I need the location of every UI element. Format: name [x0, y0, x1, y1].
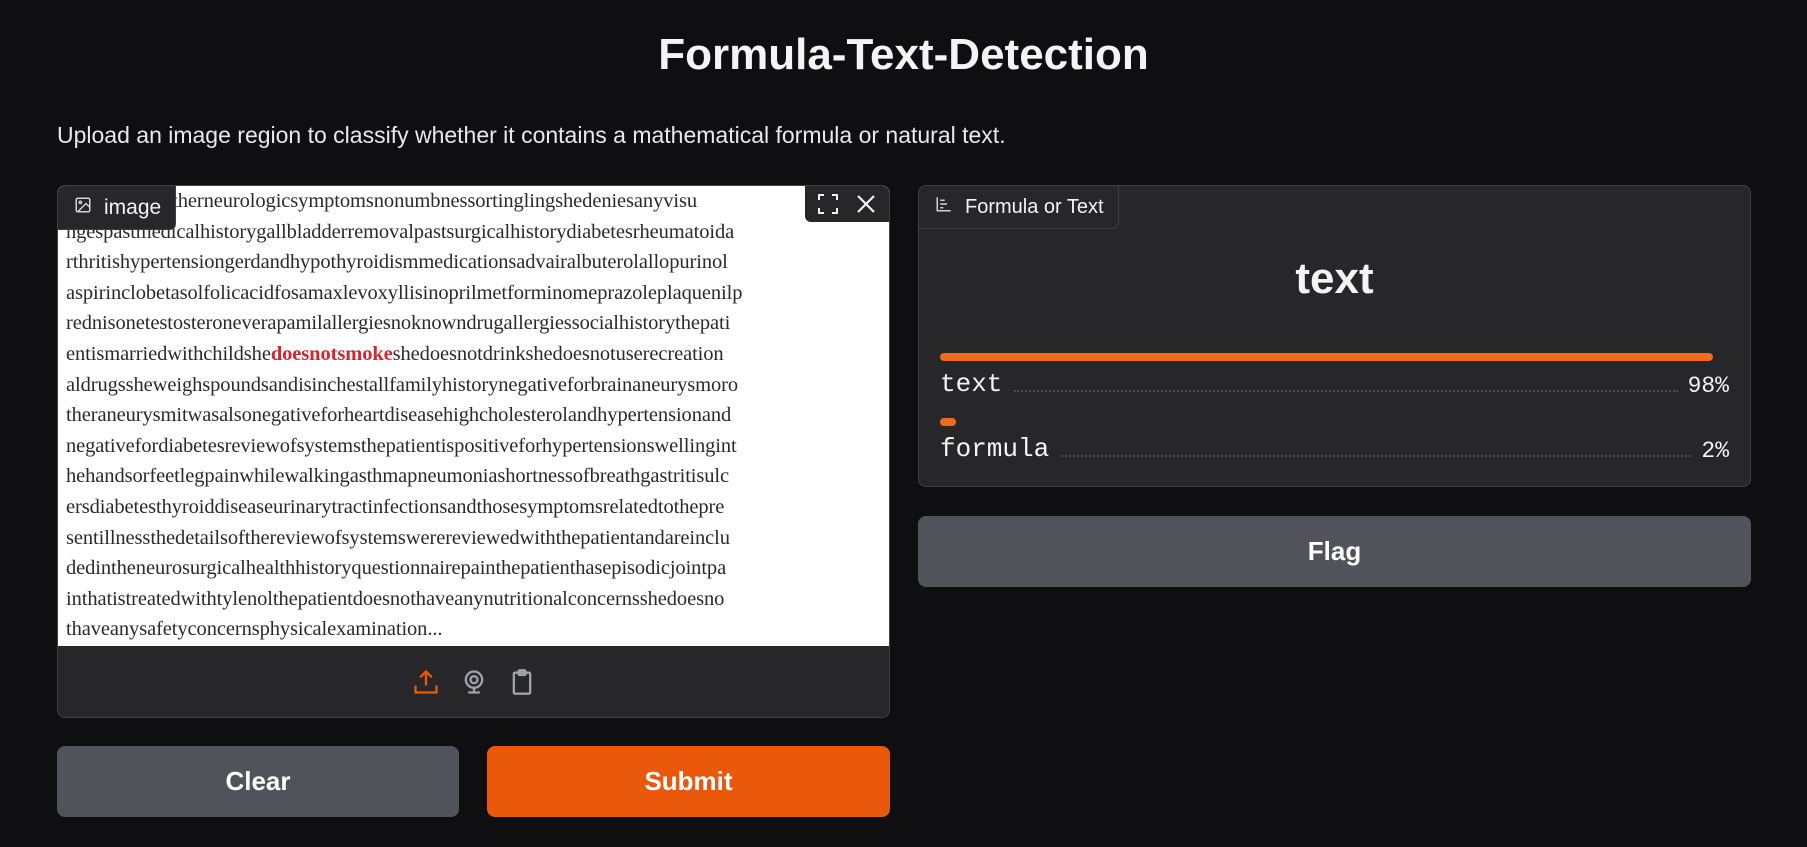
submit-button[interactable]: Submit	[487, 746, 890, 817]
image-toolbar	[805, 186, 889, 222]
image-icon	[74, 196, 92, 220]
fullscreen-icon[interactable]	[811, 189, 845, 219]
close-icon[interactable]	[849, 189, 883, 219]
output-label-tag: Formula or Text	[919, 186, 1119, 229]
doc-line-prefix: entismarriedwithchildshe	[66, 342, 271, 365]
doc-line: ersdiabetesthyroiddiseaseurinarytractinf…	[66, 495, 725, 518]
doc-line: dedintheneurosurgicalhealthhistoryquesti…	[66, 557, 727, 580]
doc-line: aspirinclobetasolfolicacidfosamaxlevoxyl…	[66, 281, 743, 304]
doc-line: hehandsorfeetlegpainwhilewalkingasthmapn…	[66, 465, 730, 488]
confidence-row-text: text 98%	[940, 353, 1729, 399]
output-label: Formula or Text	[965, 195, 1104, 218]
confidence-value: 98%	[1687, 373, 1729, 399]
clipboard-icon[interactable]	[507, 667, 537, 697]
confidence-label: text	[940, 369, 1003, 399]
image-source-bar	[58, 646, 889, 717]
doc-line: ngespastmedicalhistorygallbladderremoval…	[66, 220, 735, 243]
doc-line: aldrugssheweighspoundsandisinchestallfam…	[66, 373, 739, 396]
doc-line: rednisonetestosteroneverapamilallergiesn…	[66, 312, 731, 335]
label-output-panel: Formula or Text text text 98% formula 2%	[918, 185, 1751, 487]
doc-line-suffix: shedoesnotdrinkshedoesnotuserecreation	[392, 342, 724, 365]
image-label: image	[104, 195, 162, 219]
image-label-tag: image	[58, 186, 177, 230]
bar-chart-icon	[935, 195, 953, 219]
image-preview[interactable]: otherneurologicsymptomsnonumbnessortingl…	[58, 186, 889, 646]
doc-line: negativefordiabetesreviewofsystemsthepat…	[66, 434, 737, 457]
upload-icon[interactable]	[411, 667, 441, 697]
confidence-label: formula	[940, 434, 1050, 464]
clear-button[interactable]: Clear	[57, 746, 459, 817]
confidence-bar	[940, 353, 1714, 361]
predicted-label: text	[1295, 254, 1374, 303]
doc-line: rthritishypertensiongerdandhypothyroidis…	[66, 251, 728, 274]
page-description: Upload an image region to classify wheth…	[57, 122, 1006, 148]
webcam-icon[interactable]	[459, 667, 489, 697]
image-document-text: otherneurologicsymptomsnonumbnessortingl…	[66, 186, 886, 645]
doc-line: theraneurysmitwasalsonegativeforheartdis…	[66, 404, 732, 427]
doc-line: entismarriedwithchildshedoesnotsmokeshed…	[66, 339, 886, 370]
confidence-value: 2%	[1701, 438, 1729, 464]
doc-line: thaveanysafetyconcernsphysicalexaminatio…	[66, 618, 443, 641]
page-title: Formula-Text-Detection	[658, 30, 1149, 79]
doc-line: sentillnessthedetailsofthereviewofsystem…	[66, 526, 730, 549]
image-input-panel: otherneurologicsymptomsnonumbnessortingl…	[57, 185, 890, 718]
doc-highlight: doesnotsmoke	[270, 342, 393, 365]
doc-line: otherneurologicsymptomsnonumbnessortingl…	[162, 190, 698, 212]
flag-button[interactable]: Flag	[918, 516, 1751, 587]
confidence-row-formula: formula 2%	[940, 418, 1729, 464]
doc-line: inthatistreatedwithtylenolthepatientdoes…	[66, 587, 725, 610]
confidence-bar	[940, 418, 956, 426]
